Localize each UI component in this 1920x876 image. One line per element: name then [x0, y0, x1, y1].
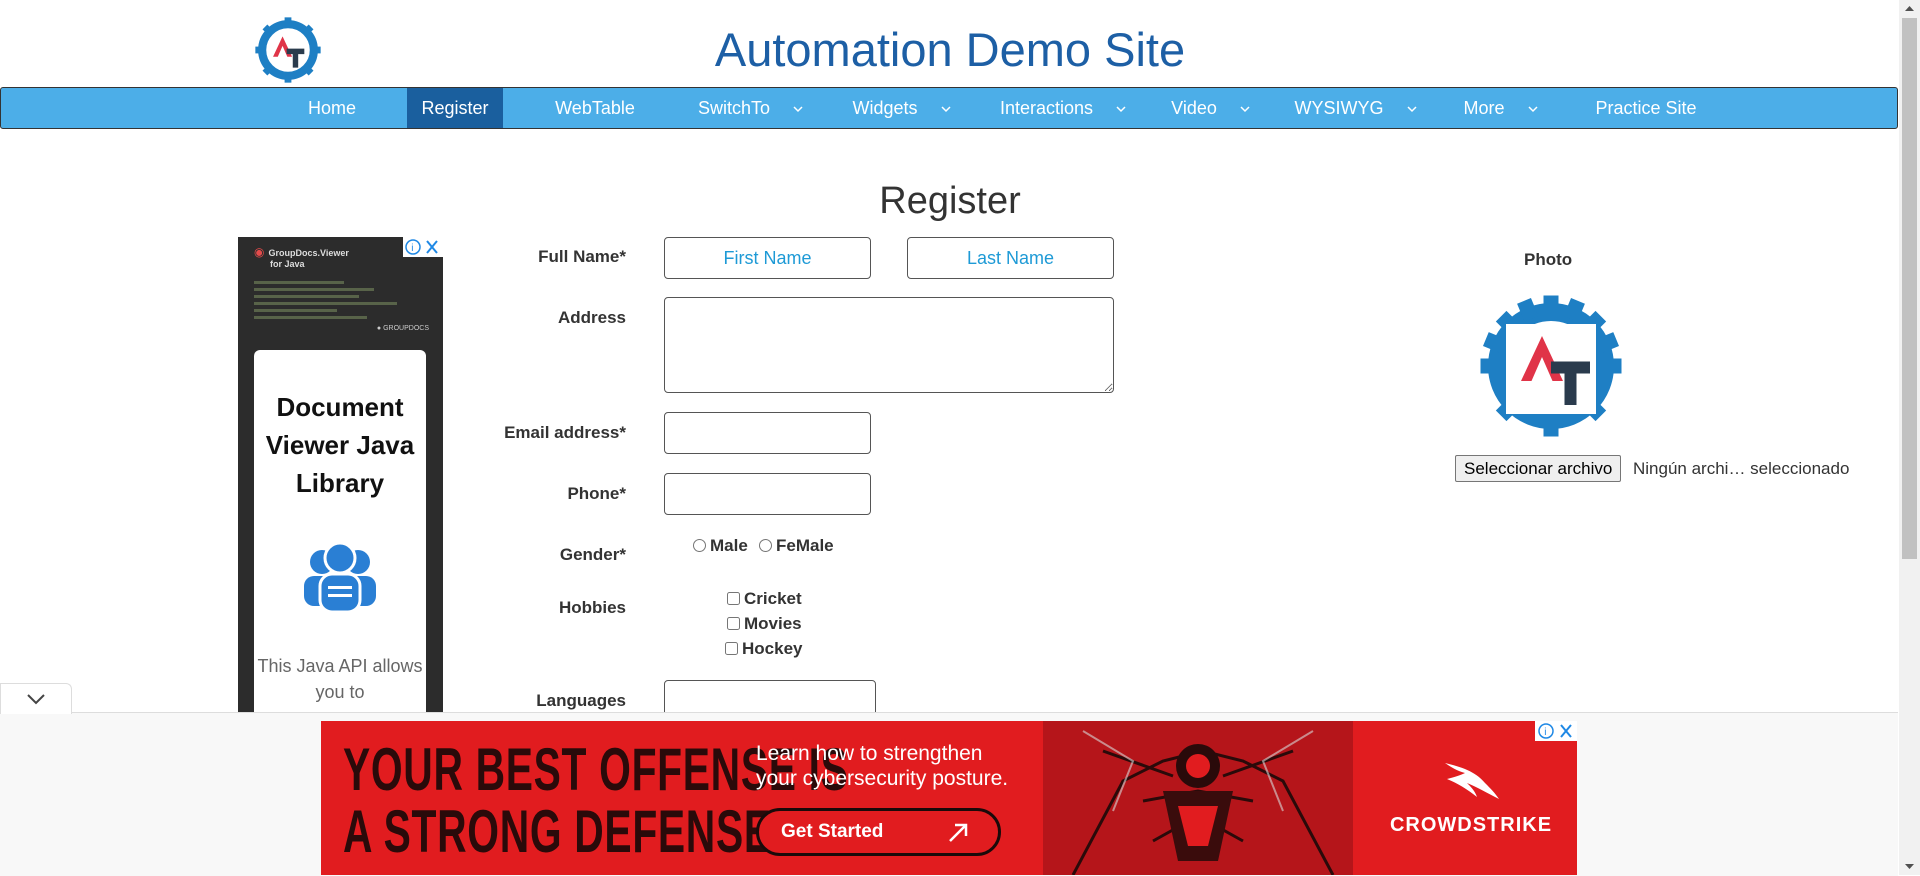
hobby-movies-option[interactable]: Movies: [727, 614, 802, 634]
hobby-cricket-option[interactable]: Cricket: [727, 589, 802, 609]
chevron-down-icon: [1116, 106, 1126, 113]
get-started-button[interactable]: Get Started: [756, 808, 1001, 856]
email-label: Email address*: [504, 423, 626, 442]
file-status-text: Ningún archi… seleccionado: [1633, 459, 1850, 478]
scroll-up-icon[interactable]: [1899, 0, 1920, 17]
chevron-down-icon: [27, 694, 45, 705]
chevron-down-icon: [940, 106, 951, 113]
banner-subtext: Learn how to strengthen your cybersecuri…: [756, 741, 1008, 791]
hobby-hockey-option[interactable]: Hockey: [725, 639, 802, 659]
ad-brand-line1: GroupDocs.Viewer: [268, 248, 349, 258]
hobby-hockey-label: Hockey: [742, 639, 803, 658]
nav-practice-site[interactable]: Practice Site: [1581, 88, 1711, 128]
nav-widgets-label: Widgets: [852, 98, 918, 118]
chevron-down-icon: [1240, 106, 1250, 113]
full-name-label: Full Name*: [538, 247, 626, 266]
nav-practice-site-label: Practice Site: [1595, 98, 1697, 118]
ad-card-text: This Java API allows you to: [257, 656, 423, 702]
eye-icon: ◉: [254, 245, 265, 259]
gender-female-label: FeMale: [776, 536, 834, 555]
banner-subtext-line1: Learn how to strengthen: [756, 742, 983, 765]
first-name-input[interactable]: [664, 237, 871, 279]
side-advertisement[interactable]: ◉ GroupDocs.Viewer for Java ● GROUPDOCS i…: [238, 237, 443, 713]
chevron-down-icon: [1406, 106, 1417, 113]
nav-more[interactable]: More: [1461, 88, 1541, 128]
photo-label: Photo: [1524, 250, 1573, 269]
chevron-down-icon: [793, 106, 803, 113]
profile-photo-logo: [1480, 295, 1622, 437]
page-title: Register: [879, 180, 1021, 222]
svg-text:i: i: [411, 243, 413, 254]
address-label: Address: [557, 308, 626, 327]
crowdstrike-brand: CROWDSTRIKE: [1381, 757, 1561, 837]
nav-home[interactable]: Home: [291, 88, 373, 128]
gender-male-label: Male: [710, 536, 748, 555]
site-title: Automation Demo Site: [714, 23, 1186, 76]
choose-file-button[interactable]: Seleccionar archivo: [1455, 455, 1622, 482]
ad-card[interactable]: Document Viewer Java Library This Java A…: [254, 350, 426, 713]
ad-code-snippet: [254, 281, 404, 323]
phone-input[interactable]: [664, 473, 871, 515]
banner-advertisement[interactable]: YOUR BEST OFFENSE IS A STRONG DEFENSE. L…: [321, 721, 1577, 875]
nav-more-label: More: [1463, 98, 1505, 118]
email-input[interactable]: [664, 412, 871, 454]
hobby-movies-checkbox[interactable]: [727, 617, 740, 630]
nav-video[interactable]: Video: [1166, 88, 1256, 128]
banner-artwork: [1043, 721, 1353, 875]
chevron-down-icon: [1527, 106, 1538, 113]
languages-label: Languages: [536, 691, 626, 710]
phone-label: Phone*: [567, 484, 626, 503]
main-navbar: Home Register WebTable SwitchTo Widgets …: [0, 87, 1898, 129]
hobby-cricket-label: Cricket: [744, 589, 802, 608]
nav-wysiwyg[interactable]: WYSIWYG: [1291, 88, 1421, 128]
nav-wysiwyg-label: WYSIWYG: [1294, 98, 1384, 118]
collapse-ad-toggle[interactable]: [0, 683, 72, 714]
gender-female-radio[interactable]: [759, 539, 772, 552]
hobby-movies-label: Movies: [744, 614, 802, 633]
banner-subtext-line2: your cybersecurity posture.: [756, 767, 1009, 790]
gender-female-option[interactable]: FeMale: [759, 536, 834, 556]
nav-register[interactable]: Register: [407, 88, 503, 128]
ad-choices-icon[interactable]: i: [1535, 721, 1577, 741]
scroll-down-icon[interactable]: [1899, 858, 1920, 875]
nav-switchto[interactable]: SwitchTo: [691, 88, 811, 128]
ad-brand-line2: for Java: [270, 259, 305, 269]
nav-webtable[interactable]: WebTable: [541, 88, 649, 128]
address-textarea[interactable]: [664, 297, 1114, 393]
users-icon: [304, 541, 376, 614]
page-scrollbar[interactable]: [1899, 0, 1920, 875]
nav-video-label: Video: [1171, 98, 1217, 118]
ad-choices-icon[interactable]: i: [403, 237, 443, 257]
ad-vendor-mark: ● GROUPDOCS: [376, 325, 429, 332]
falcon-logo-icon: [1445, 763, 1499, 799]
nav-interactions[interactable]: Interactions: [996, 88, 1131, 128]
gender-male-option[interactable]: Male: [693, 536, 748, 556]
nav-widgets[interactable]: Widgets: [847, 88, 957, 128]
banner-headline-line2: A STRONG DEFENSE.: [343, 798, 784, 865]
hobbies-label: Hobbies: [558, 598, 626, 617]
scrollbar-thumb[interactable]: [1902, 18, 1917, 559]
gender-male-radio[interactable]: [693, 539, 706, 552]
hobby-cricket-checkbox[interactable]: [727, 592, 740, 605]
gender-label: Gender*: [559, 545, 626, 564]
last-name-input[interactable]: [907, 237, 1114, 279]
nav-home-label: Home: [307, 98, 356, 118]
hobby-hockey-checkbox[interactable]: [725, 642, 738, 655]
nav-register-label: Register: [421, 98, 489, 118]
ad-card-title: Document Viewer Java Library: [265, 392, 415, 498]
ad-top-panel: ◉ GroupDocs.Viewer for Java ● GROUPDOCS i: [238, 237, 443, 347]
nav-interactions-label: Interactions: [999, 98, 1094, 118]
arrow-up-right-icon: [949, 823, 968, 842]
nav-webtable-label: WebTable: [555, 98, 635, 118]
crowdstrike-name: CROWDSTRIKE: [1389, 814, 1553, 836]
ad-brand: ◉ GroupDocs.Viewer for Java: [254, 245, 349, 270]
nav-switchto-label: SwitchTo: [697, 98, 771, 118]
get-started-label: Get Started: [781, 821, 884, 842]
svg-text:i: i: [1544, 727, 1546, 738]
